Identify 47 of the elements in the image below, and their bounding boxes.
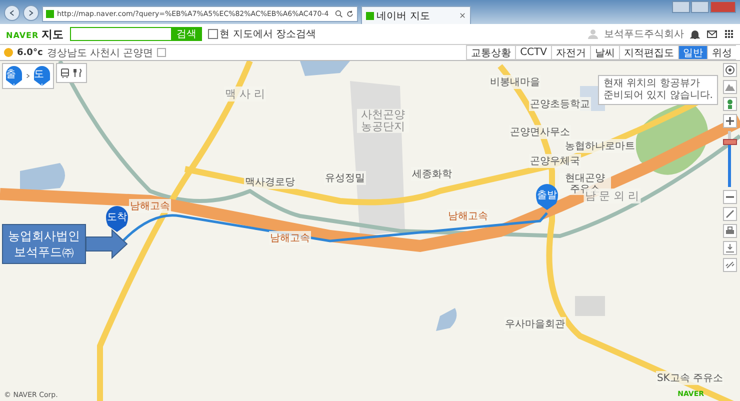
place-label: 곤양면사무소 (509, 125, 571, 139)
place-label: 곤양우체국 (529, 154, 581, 168)
map-type-tab[interactable]: CCTV (515, 45, 551, 60)
map-type-tab[interactable]: 교통상황 (466, 45, 516, 60)
close-icon[interactable] (458, 12, 466, 19)
place-label: 유성정밀 (324, 171, 366, 185)
user-name[interactable]: 보석푸드주식회사 (604, 27, 684, 41)
restaurant-icon[interactable] (73, 68, 83, 78)
mail-icon[interactable] (706, 29, 718, 39)
site-icon (366, 12, 374, 20)
place-label: SK고속 주유소 (656, 371, 724, 385)
chevron-icon[interactable] (25, 72, 31, 80)
sun-icon (4, 48, 13, 57)
place-label: 비봉내마을 (489, 75, 541, 89)
map-type-tab[interactable]: 날씨 (590, 45, 619, 60)
maximize-button[interactable] (691, 1, 709, 13)
dropdown-button[interactable] (157, 48, 166, 57)
map-type-tab[interactable]: 자전거 (551, 45, 590, 60)
place-label: 곤양초등학교 (529, 97, 591, 111)
place-label: 우사마을회관 (504, 317, 566, 331)
location-text: 경상남도 사천시 곤양면 (46, 46, 154, 60)
browser-tab[interactable]: 네이버 지도 (360, 6, 471, 24)
road-label: 남해고속 (447, 209, 489, 223)
search-icon[interactable] (334, 10, 343, 18)
temperature: 6.0°c (17, 48, 43, 58)
place-label: 농협하나로마트 (564, 139, 636, 153)
search-field[interactable] (70, 27, 172, 41)
refresh-icon[interactable] (346, 10, 354, 18)
map-type-tab[interactable]: 위성 (707, 45, 736, 60)
site-icon (46, 10, 54, 18)
map-type-tab[interactable]: 일반 (678, 45, 707, 60)
district-label: 맥 사 리 (224, 86, 266, 102)
grid-icon[interactable] (724, 29, 734, 39)
tooltip: 현재 위치의 항공뷰가 준비되어 있지 않습니다. (598, 75, 718, 105)
bell-icon[interactable] (690, 29, 700, 39)
area-search-checkbox[interactable]: 현 지도에서 장소검색 (208, 27, 316, 41)
place-label: 세종화학 (411, 167, 453, 181)
road-label: 남해고속 (129, 199, 171, 213)
service-title: 지도 (42, 26, 64, 42)
road-label: 남해고속 (269, 231, 311, 245)
map-type-tab[interactable]: 지적편집도 (619, 45, 678, 60)
back-button[interactable] (4, 5, 20, 21)
route-start-pin[interactable]: 출 (6, 66, 22, 86)
place-label: 맥사경로당 (244, 175, 296, 189)
minimize-button[interactable] (672, 1, 690, 13)
bus-icon[interactable] (60, 68, 70, 78)
forward-button[interactable] (23, 5, 39, 21)
